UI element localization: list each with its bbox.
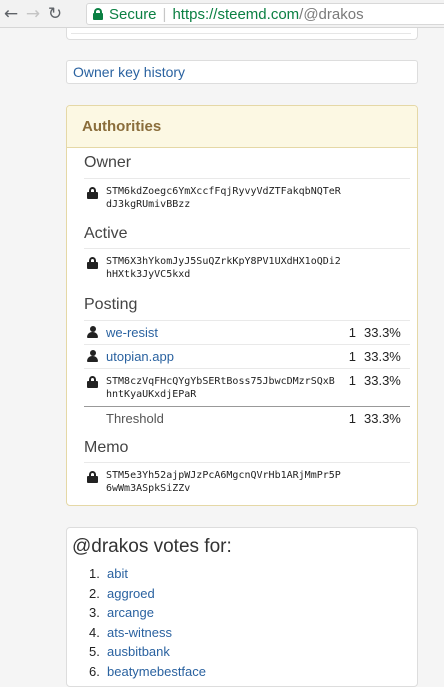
list-number: 4.: [89, 624, 100, 640]
owner-key: STM6kdZoegc6YmXccfFqjRyvyVdZTFakqbNQTeRd…: [106, 186, 341, 210]
posting-account-link[interactable]: utopian.app: [106, 349, 174, 364]
secure-lock-icon: [93, 8, 103, 20]
list-number: 6.: [89, 663, 100, 679]
posting-weight: 1: [348, 325, 356, 340]
browser-toolbar: ← → ↻ Secure | https://steemd.com /@drak…: [0, 0, 444, 28]
lock-icon: [84, 179, 106, 216]
authorities-panel: Authorities Owner STM6kdZoegc6YmXccfFqjR…: [66, 105, 418, 506]
reload-icon[interactable]: ↻: [44, 0, 66, 28]
url-separator: |: [162, 5, 167, 23]
active-title: Active: [84, 225, 128, 242]
list-item: 1. abit: [89, 564, 206, 584]
user-icon: [87, 350, 98, 362]
url-host: https://steemd.com: [172, 5, 300, 23]
forward-arrow-icon[interactable]: →: [22, 0, 44, 28]
memo-key-row: STM5e3Yh52ajpWJzPcA6MgcnQVrHb1ARjMmPr5P6…: [84, 462, 410, 500]
owner-title: Owner: [84, 154, 132, 171]
posting-entry: we-resist 1 33.3%: [84, 320, 410, 344]
posting-percent: 33.3%: [364, 373, 401, 388]
witness-link[interactable]: abit: [107, 564, 128, 584]
lock-icon: [84, 463, 106, 500]
authorities-heading: Authorities: [67, 106, 417, 148]
witness-link[interactable]: ausbitbank: [107, 642, 170, 662]
owner-key-row: STM6kdZoegc6YmXccfFqjRyvyVdZTFakqbNQTeRd…: [84, 178, 410, 216]
previous-panel-bottom: [66, 28, 418, 40]
witness-link[interactable]: arcange: [107, 603, 154, 623]
active-key-row: STM6X3hYkomJyJ5SuQZrkKpY8PV1UXdHX1oQDi2h…: [84, 248, 410, 286]
list-item: 2. aggroed: [89, 584, 206, 604]
list-number: 3.: [89, 605, 100, 621]
list-item: 3. arcange: [89, 603, 206, 623]
lock-icon: [87, 376, 98, 388]
votes-list: 1. abit 2. aggroed 3. arcange 4. ats-witness…: [89, 564, 206, 682]
posting-weight: 1: [348, 373, 356, 388]
threshold-weight: 1: [348, 411, 356, 426]
witness-link[interactable]: beatymebestface: [107, 662, 206, 682]
secure-label: Secure: [109, 5, 157, 23]
list-number: 5.: [89, 644, 100, 660]
posting-entry: utopian.app 1 33.3%: [84, 344, 410, 368]
posting-key: STM8czVqFHcQYgYbSERtBoss75JbwcDMzrSQxBhn…: [106, 376, 335, 400]
witness-votes-panel: @drakos votes for: 1. abit 2. aggroed 3. ar…: [66, 527, 418, 687]
memo-title: Memo: [84, 439, 129, 456]
witness-link[interactable]: aggroed: [107, 584, 155, 604]
memo-key: STM5e3Yh52ajpWJzPcA6MgcnQVrHb1ARjMmPr5P6…: [106, 470, 341, 494]
list-number: 1.: [89, 566, 100, 581]
user-icon: [87, 326, 98, 338]
votes-title: @drakos votes for:: [72, 536, 232, 557]
url-path: /@drakos: [299, 5, 364, 23]
posting-account-link[interactable]: we-resist: [106, 325, 158, 340]
list-item: 4. ats-witness: [89, 623, 206, 643]
active-key: STM6X3hYkomJyJ5SuQZrkKpY8PV1UXdHX1oQDi2h…: [106, 256, 341, 280]
threshold-row: Threshold 1 33.3%: [84, 406, 410, 430]
posting-percent: 33.3%: [364, 349, 401, 364]
witness-link[interactable]: ats-witness: [107, 623, 172, 643]
posting-entry: STM8czVqFHcQYgYbSERtBoss75JbwcDMzrSQxBhn…: [84, 368, 410, 406]
address-bar[interactable]: Secure | https://steemd.com /@drakos: [86, 3, 444, 25]
list-item: 5. ausbitbank: [89, 642, 206, 662]
owner-key-history-link[interactable]: Owner key history: [66, 60, 418, 84]
posting-title: Posting: [84, 296, 138, 313]
posting-percent: 33.3%: [364, 325, 401, 340]
posting-weight: 1: [348, 349, 356, 364]
list-number: 2.: [89, 585, 100, 601]
list-item: 6. beatymebestface: [89, 662, 206, 682]
divider: [71, 33, 411, 34]
threshold-percent: 33.3%: [364, 411, 401, 426]
back-arrow-icon[interactable]: ←: [0, 0, 22, 28]
threshold-label: Threshold: [106, 411, 164, 426]
lock-icon: [84, 249, 106, 286]
